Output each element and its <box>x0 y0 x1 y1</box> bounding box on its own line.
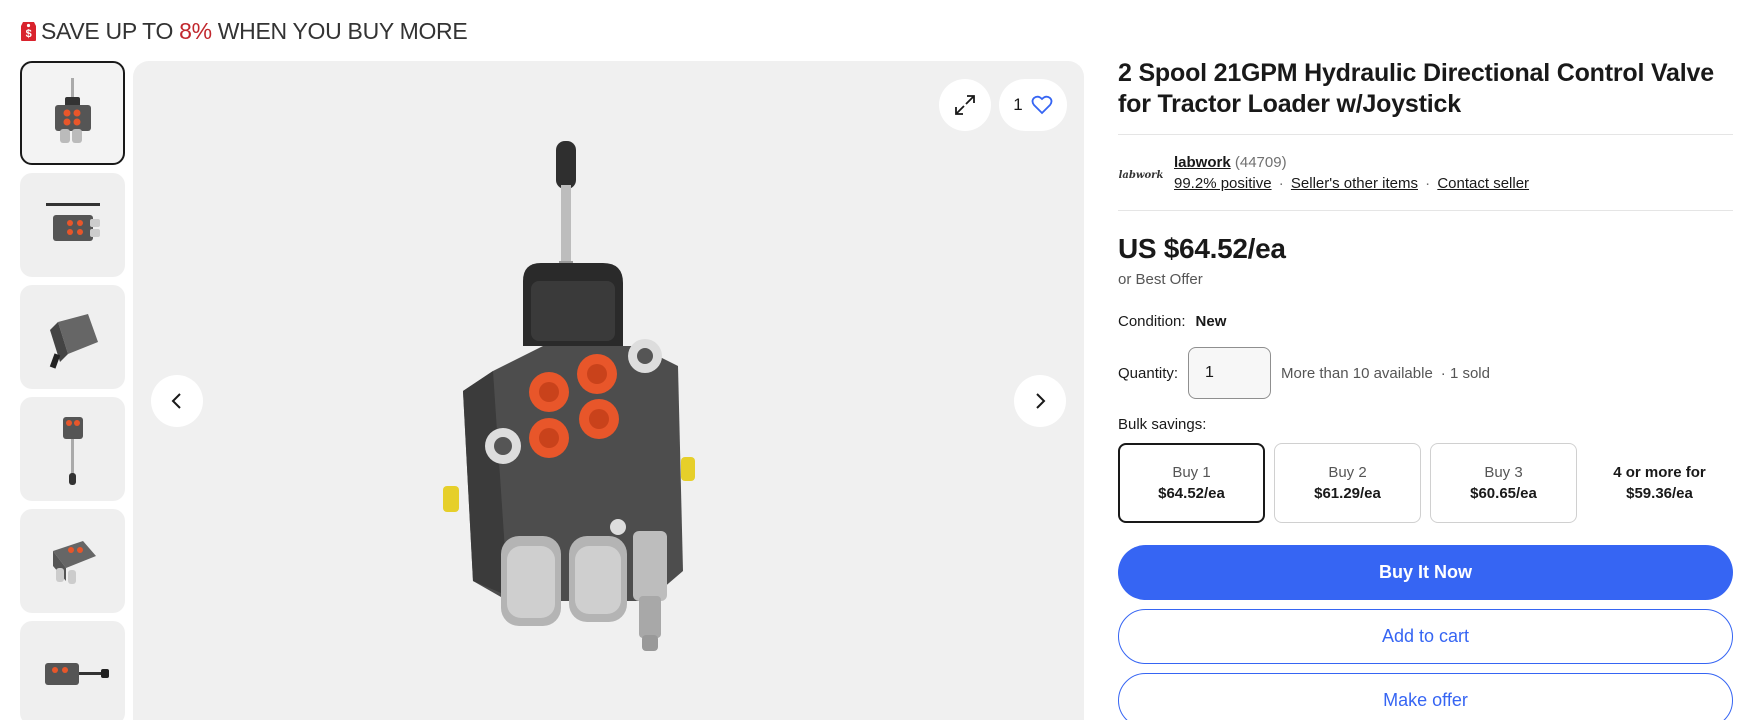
thumbnail-5[interactable] <box>20 509 125 613</box>
bulk-option-price: $64.52/ea <box>1158 485 1225 502</box>
main-image-viewer[interactable]: 1 <box>133 61 1084 720</box>
banner-prefix: SAVE UP TO <box>41 17 174 44</box>
banner-percent: 8% <box>179 17 212 44</box>
bulk-option-buy-3[interactable]: Buy 3 $60.65/ea <box>1430 443 1577 523</box>
expand-button[interactable] <box>939 79 991 131</box>
banner-suffix: WHEN YOU BUY MORE <box>217 17 468 44</box>
watch-count: 1 <box>1013 95 1023 114</box>
seller-feedback-count: (44709) <box>1234 154 1287 171</box>
valve-thumbnail-image <box>54 78 91 143</box>
heart-icon <box>1031 95 1053 115</box>
thumbnail-list <box>20 61 125 720</box>
valve-thumbnail-image <box>52 541 96 584</box>
valve-thumbnail-image <box>49 314 98 369</box>
product-title: 2 Spool 21GPM Hydraulic Directional Cont… <box>1118 59 1714 118</box>
chevron-right-icon <box>1036 393 1046 409</box>
bulk-option-qty: Buy 3 <box>1484 464 1523 481</box>
thumbnail-1[interactable] <box>20 61 125 165</box>
condition-row: Condition: New <box>1118 313 1733 330</box>
seller-other-items-link[interactable]: Seller's other items <box>1291 175 1418 192</box>
separator: · <box>1278 175 1284 192</box>
quantity-label: Quantity: <box>1118 364 1179 382</box>
availability-text: More than 10 available <box>1281 364 1433 382</box>
bulk-option-4-or-more[interactable]: 4 or more for $59.36/ea <box>1586 443 1733 523</box>
quantity-input[interactable] <box>1188 347 1272 399</box>
divider <box>1118 210 1733 211</box>
seller-name-link[interactable]: labwork <box>1174 154 1231 171</box>
next-image-button[interactable] <box>1014 375 1066 427</box>
sold-count: · 1 sold <box>1440 364 1490 382</box>
seller-positive-link[interactable]: 99.2% positive <box>1174 175 1272 192</box>
best-offer-text: or Best Offer <box>1118 271 1203 288</box>
watchlist-button[interactable]: 1 <box>999 79 1067 131</box>
bulk-savings-label: Bulk savings: <box>1118 416 1207 433</box>
separator: · <box>1425 175 1431 192</box>
bulk-option-price: $59.36/ea <box>1626 485 1693 502</box>
condition-label: Condition: <box>1118 313 1186 330</box>
svg-text:$: $ <box>26 28 32 40</box>
valve-thumbnail-image <box>62 417 83 485</box>
item-price: US $64.52/ea <box>1118 233 1286 264</box>
thumbnail-4[interactable] <box>20 397 125 501</box>
seller-info: labwork labwork (44709) 99.2% positive ·… <box>1118 135 1733 210</box>
thumbnail-6[interactable] <box>20 621 125 720</box>
bulk-option-buy-2[interactable]: Buy 2 $61.29/ea <box>1274 443 1421 523</box>
product-details-panel: 2 Spool 21GPM Hydraulic Directional Cont… <box>1118 58 1733 720</box>
expand-icon <box>955 95 975 115</box>
valve-thumbnail-image <box>44 663 109 685</box>
add-to-cart-button[interactable]: Add to cart <box>1118 609 1733 664</box>
thumbnail-3[interactable] <box>20 285 125 389</box>
make-offer-button[interactable]: Make offer <box>1118 673 1733 720</box>
bulk-savings-banner: $ SAVE UP TO 8% WHEN YOU BUY MORE <box>20 14 468 48</box>
thumbnail-2[interactable] <box>20 173 125 277</box>
bulk-option-qty: Buy 1 <box>1172 464 1211 481</box>
condition-value: New <box>1195 313 1227 330</box>
buy-it-now-button[interactable]: Buy It Now <box>1118 545 1733 600</box>
seller-logo[interactable]: labwork <box>1118 162 1164 188</box>
bulk-option-buy-1[interactable]: Buy 1 $64.52/ea <box>1118 443 1265 523</box>
bulk-option-qty: 4 or more for <box>1613 464 1706 481</box>
previous-image-button[interactable] <box>151 375 203 427</box>
product-image <box>443 141 695 651</box>
bulk-option-qty: Buy 2 <box>1328 464 1367 481</box>
bulk-option-price: $60.65/ea <box>1470 485 1537 502</box>
chevron-left-icon <box>171 393 181 409</box>
valve-thumbnail-image <box>45 203 100 241</box>
bulk-option-price: $61.29/ea <box>1314 485 1381 502</box>
bulk-savings-options: Buy 1 $64.52/ea Buy 2 $61.29/ea Buy 3 $6… <box>1118 443 1733 523</box>
contact-seller-link[interactable]: Contact seller <box>1437 175 1529 192</box>
quantity-row: Quantity: More than 10 available · 1 sol… <box>1118 347 1733 399</box>
discount-tag-icon: $ <box>21 22 36 41</box>
